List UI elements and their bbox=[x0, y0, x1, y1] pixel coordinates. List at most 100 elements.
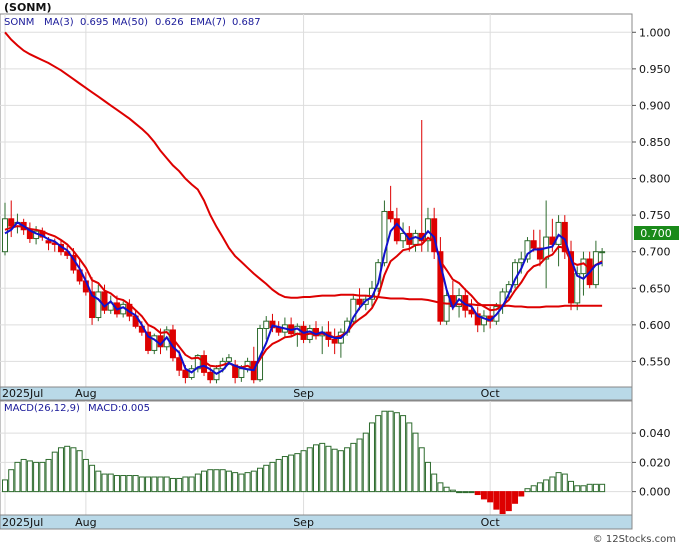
candle-body bbox=[530, 240, 537, 249]
macd-bar bbox=[474, 491, 481, 496]
macd-bar bbox=[263, 464, 270, 493]
macd-bar bbox=[561, 473, 568, 493]
macd-bar bbox=[95, 470, 102, 493]
price-y-tick-label: 0.950 bbox=[639, 63, 671, 76]
macd-bar bbox=[213, 469, 220, 493]
macd-bar bbox=[45, 458, 52, 493]
macd-bar bbox=[132, 475, 139, 493]
macd-bar bbox=[182, 476, 189, 493]
macd-bar bbox=[14, 461, 21, 493]
macd-bar bbox=[232, 472, 239, 493]
macd-bar bbox=[51, 451, 58, 493]
candle-body bbox=[45, 240, 52, 244]
macd-bar bbox=[493, 491, 500, 510]
macd-bar bbox=[549, 476, 556, 493]
macd-bar bbox=[163, 476, 170, 493]
macd-bar bbox=[412, 432, 419, 493]
legend-ma50-value: 0.626 bbox=[155, 17, 184, 28]
price-y-tick-label: 0.750 bbox=[639, 209, 671, 222]
macd-bar bbox=[431, 473, 438, 493]
macd-bar bbox=[64, 445, 71, 493]
macd-bar bbox=[201, 470, 208, 493]
macd-bar bbox=[449, 489, 456, 493]
macd-bar bbox=[151, 476, 158, 493]
candle-body bbox=[225, 357, 232, 362]
price-y-axis: 1.000 0.950 0.900 0.850 0.800 0.750 0.700 0.650… bbox=[632, 26, 671, 368]
macd-bar bbox=[70, 447, 77, 493]
macd-bar bbox=[586, 483, 593, 493]
macd-bar bbox=[406, 422, 413, 493]
legend-ma50-label: MA(50) bbox=[112, 17, 148, 28]
price-y-tick-label: 0.700 bbox=[639, 246, 671, 259]
macd-bar bbox=[530, 485, 537, 493]
macd-bar bbox=[294, 453, 301, 493]
price-y-tick-label: 0.650 bbox=[639, 282, 671, 295]
price-x-tick-label: Aug bbox=[75, 387, 96, 400]
legend-ticker: SONM bbox=[4, 17, 34, 28]
macd-bar bbox=[288, 454, 295, 493]
macd-x-tick-label: Oct bbox=[481, 516, 501, 529]
macd-y-tick-label: 0.040 bbox=[639, 427, 671, 440]
macd-bar bbox=[281, 456, 288, 493]
stock-chart: 1.000 0.950 0.900 0.850 0.800 0.750 0.700 0.650… bbox=[0, 1, 679, 545]
macd-bar bbox=[107, 473, 114, 493]
macd-bar bbox=[536, 482, 543, 493]
macd-bar bbox=[344, 447, 351, 493]
macd-bar bbox=[325, 445, 332, 493]
price-x-tick-label: Oct bbox=[481, 387, 501, 400]
macd-bar bbox=[113, 475, 120, 493]
macd-bar bbox=[250, 470, 257, 493]
price-y-tick-label: 1.000 bbox=[639, 26, 671, 39]
price-y-tick-label: 0.900 bbox=[639, 99, 671, 112]
macd-bar bbox=[337, 450, 344, 493]
macd-bar bbox=[244, 472, 251, 493]
macd-bar bbox=[505, 491, 512, 512]
macd-bar bbox=[368, 422, 375, 493]
macd-bar bbox=[306, 447, 313, 493]
macd-bar bbox=[33, 461, 40, 493]
macd-bar bbox=[400, 415, 407, 493]
candle-body bbox=[207, 371, 214, 381]
price-y-tick-label: 0.550 bbox=[639, 355, 671, 368]
macd-bar bbox=[20, 458, 27, 493]
macd-bar bbox=[257, 467, 264, 493]
candle-body bbox=[580, 258, 587, 275]
macd-bar bbox=[169, 477, 176, 493]
macd-bar bbox=[219, 469, 226, 493]
macd-bar bbox=[362, 432, 369, 493]
candle-body bbox=[331, 338, 338, 344]
macd-bar bbox=[26, 460, 33, 493]
macd-bar bbox=[319, 442, 326, 493]
candle-body bbox=[393, 218, 400, 242]
last-price-badge: 0.700 bbox=[640, 227, 672, 240]
macd-bar bbox=[138, 476, 145, 493]
macd-bar bbox=[487, 491, 494, 503]
macd-bar bbox=[375, 415, 382, 493]
ticker-symbol: (SONM) bbox=[4, 1, 51, 14]
legend-ma3-label: MA(3) bbox=[44, 17, 74, 28]
macd-bar bbox=[57, 447, 64, 493]
candle-body bbox=[599, 251, 606, 254]
macd-bar bbox=[120, 475, 127, 493]
macd-bar bbox=[443, 486, 450, 493]
candle-body bbox=[443, 295, 450, 322]
macd-bar bbox=[207, 469, 214, 493]
macd-bar bbox=[456, 491, 463, 494]
macd-bar bbox=[599, 483, 606, 493]
macd-bar bbox=[393, 412, 400, 493]
macd-bar bbox=[568, 480, 575, 493]
price-x-tick-label: 2025Jul bbox=[2, 387, 43, 400]
watermark: © 12Stocks.com bbox=[593, 534, 676, 545]
macd-bar bbox=[350, 442, 357, 493]
candle-body bbox=[263, 320, 270, 329]
candle-body bbox=[2, 218, 8, 253]
macd-bar bbox=[462, 491, 469, 494]
macd-value: MACD:0.005 bbox=[88, 403, 150, 414]
candle-body bbox=[555, 221, 562, 245]
macd-bar bbox=[176, 477, 183, 493]
macd-bar bbox=[8, 469, 15, 493]
macd-bar bbox=[543, 479, 550, 493]
price-y-tick-label: 0.600 bbox=[639, 319, 671, 332]
macd-bar bbox=[313, 444, 319, 493]
macd-bar bbox=[145, 476, 152, 493]
